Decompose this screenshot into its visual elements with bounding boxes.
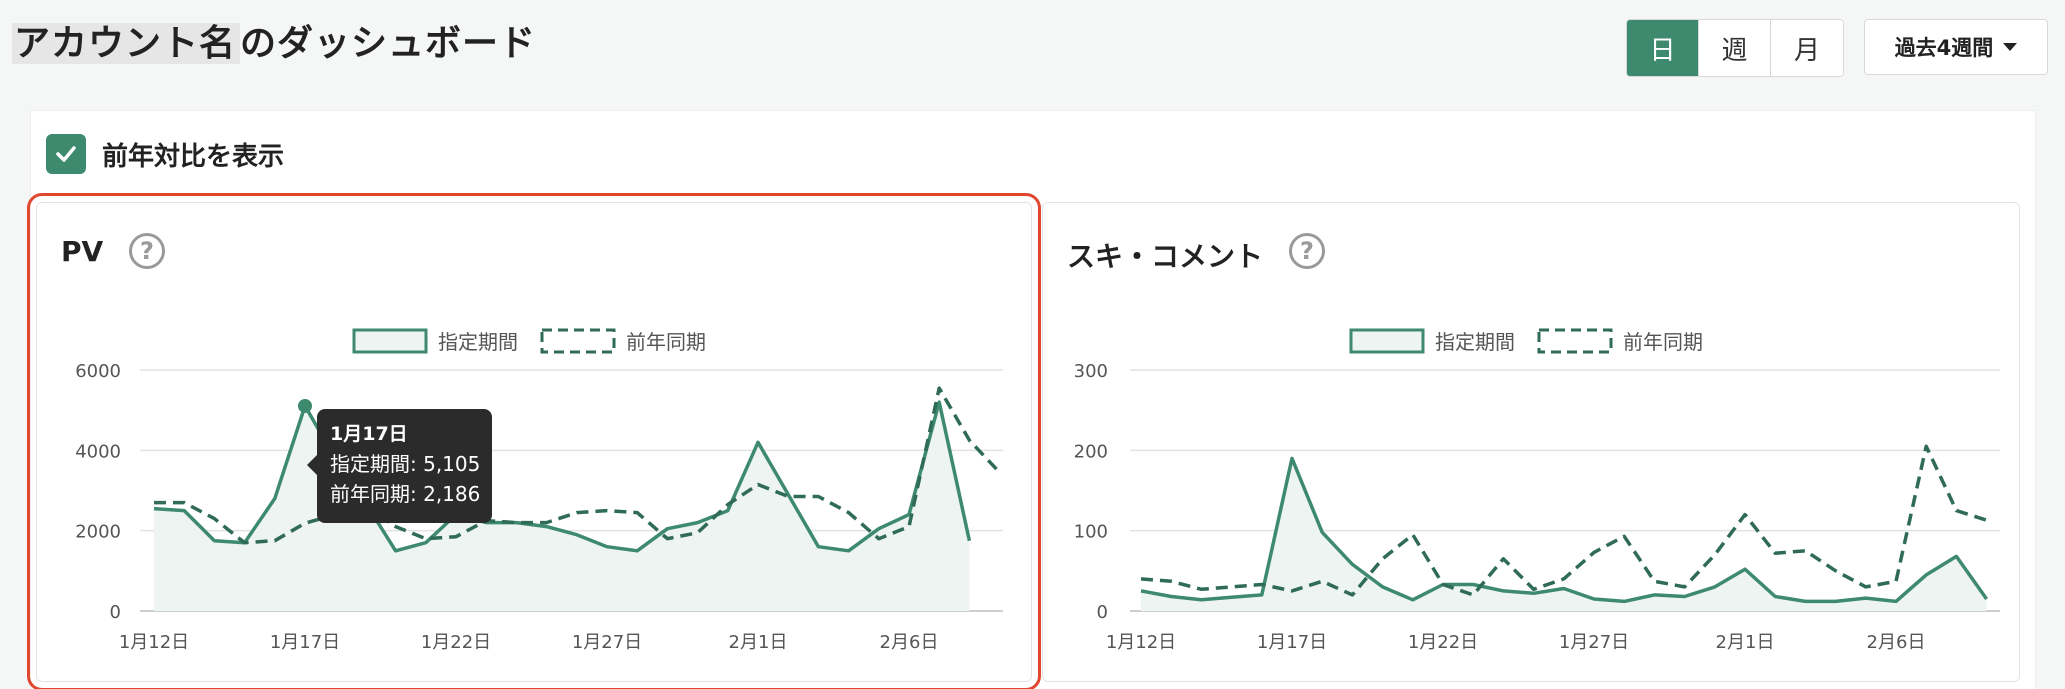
x-tick-label: 2月6日 [1867,632,1926,653]
legend-label-previous: 前年同期 [1623,330,1703,354]
tooltip-current: 指定期間: 5,105 [330,452,481,476]
likes-chart: 0 100 200 300 1月12日 1月17日 1月22日 1月27日 2月1日 2月6日 指定… [1074,328,2000,653]
x-tick-label: 1月17日 [1257,632,1327,653]
legend-label-current: 指定期間 [1435,330,1515,354]
y-tick-label: 0 [1097,602,1108,623]
x-tick-label: 2月1日 [1716,632,1775,653]
x-tick-label: 1月12日 [1106,632,1176,653]
x-tick-label: 1月27日 [1559,632,1629,653]
x-tick-label: 1月22日 [1408,632,1478,653]
chart-tooltip: 1月17日 指定期間: 5,105 前年同期: 2,186 [307,409,492,523]
y-tick-label: 200 [1074,441,1108,462]
y-tick-label: 100 [1074,522,1108,543]
legend-swatch-previous [1537,328,1613,354]
y-tick-label: 300 [1074,361,1108,382]
tooltip-previous: 前年同期: 2,186 [330,482,481,506]
tooltip-title: 1月17日 [330,423,408,445]
legend-swatch-current [1349,328,1425,354]
